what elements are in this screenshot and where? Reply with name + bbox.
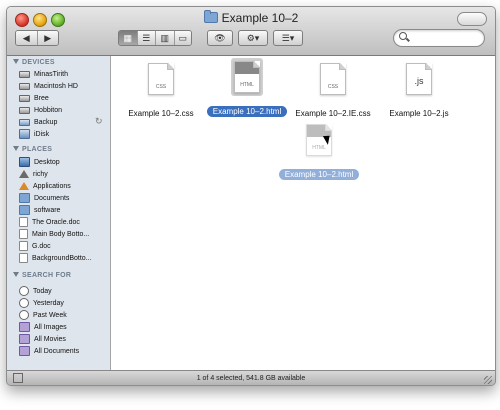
search-icon bbox=[399, 32, 407, 40]
sidebar-item-bree[interactable]: Bree bbox=[19, 92, 107, 104]
disclosure-triangle-icon bbox=[13, 59, 19, 64]
file-name: Example 10–2.css bbox=[128, 109, 194, 118]
home-icon bbox=[19, 170, 29, 178]
folder-icon bbox=[19, 205, 30, 215]
sidebar-header-search-for[interactable]: SEARCH FOR bbox=[13, 272, 71, 279]
title-bar[interactable]: Example 10–2 ◀ ▶ ▦ ☰ ▥ ▭ 👁 ⚙▾ ☰▾ bbox=[7, 7, 495, 56]
clock-icon bbox=[19, 298, 29, 308]
sidebar-item-desktop[interactable]: Desktop bbox=[19, 156, 107, 168]
sidebar-item-macintosh-hd[interactable]: Macintosh HD bbox=[19, 80, 107, 92]
sidebar-item-all-documents[interactable]: All Documents bbox=[19, 345, 107, 357]
idisk-icon bbox=[19, 129, 30, 139]
disk-icon bbox=[19, 106, 30, 114]
disk-icon bbox=[19, 82, 30, 90]
sidebar-header-places[interactable]: PLACES bbox=[13, 146, 52, 153]
document-icon bbox=[19, 253, 28, 263]
smart-folder-icon bbox=[19, 322, 30, 332]
forward-button[interactable]: ▶ bbox=[37, 31, 58, 45]
back-forward-control: ◀ ▶ bbox=[15, 30, 59, 46]
toolbar-toggle-button[interactable] bbox=[457, 12, 487, 26]
quick-look-button[interactable]: 👁 bbox=[207, 30, 233, 46]
applications-icon bbox=[19, 182, 29, 190]
status-bar: 1 of 4 selected, 541.8 GB available bbox=[7, 370, 495, 385]
list-view-button[interactable]: ☰ bbox=[137, 31, 156, 45]
disk-icon bbox=[19, 70, 30, 78]
js-file-icon: .js bbox=[406, 63, 432, 95]
clock-icon bbox=[19, 286, 29, 296]
sidebar: DEVICES MinasTirith Macintosh HD Bree Ho… bbox=[7, 56, 111, 370]
sidebar-header-devices[interactable]: DEVICES bbox=[13, 59, 55, 66]
list-view-icon: ☰ bbox=[142, 32, 151, 43]
arrange-menu-button[interactable]: ☰▾ bbox=[273, 30, 303, 46]
window-resize-handle[interactable] bbox=[484, 376, 492, 384]
file-name: Example 10–2.js bbox=[389, 109, 449, 118]
gear-icon: ⚙▾ bbox=[246, 32, 260, 43]
coverflow-view-icon: ▭ bbox=[178, 32, 188, 43]
disk-icon bbox=[19, 94, 30, 102]
sync-icon[interactable]: ↻ bbox=[95, 116, 103, 127]
disclosure-triangle-icon bbox=[13, 146, 19, 151]
smart-folder-icon bbox=[19, 346, 30, 356]
folder-icon bbox=[203, 10, 218, 23]
sidebar-item-hobbiton[interactable]: Hobbiton bbox=[19, 104, 107, 116]
sidebar-item-yesterday[interactable]: Yesterday bbox=[19, 297, 107, 309]
sidebar-item-all-images[interactable]: All Images bbox=[19, 321, 107, 333]
eye-icon: 👁 bbox=[214, 32, 226, 43]
document-icon bbox=[19, 241, 28, 251]
finder-window: Example 10–2 ◀ ▶ ▦ ☰ ▥ ▭ 👁 ⚙▾ ☰▾ DEVICES… bbox=[6, 6, 496, 386]
sidebar-item-today[interactable]: Today bbox=[19, 285, 107, 297]
sidebar-item-backgroundbotto[interactable]: BackgroundBotto... bbox=[19, 252, 107, 264]
css-file-icon: CSS bbox=[148, 63, 174, 95]
search-field[interactable] bbox=[393, 29, 485, 47]
coverflow-view-button[interactable]: ▭ bbox=[174, 31, 191, 45]
html-file-icon: HTML bbox=[234, 61, 260, 93]
file-item-css[interactable]: CSS Example 10–2.css bbox=[116, 60, 206, 121]
icon-view-button[interactable]: ▦ bbox=[119, 31, 138, 45]
disclosure-triangle-icon bbox=[13, 272, 19, 277]
sidebar-item-the-oracle-doc[interactable]: The Oracle.doc bbox=[19, 216, 107, 228]
folder-icon bbox=[19, 193, 30, 203]
desktop-icon bbox=[19, 157, 30, 167]
window-title-area: Example 10–2 bbox=[7, 10, 495, 25]
file-name: Example 10–2.html bbox=[206, 106, 288, 117]
sidebar-item-past-week[interactable]: Past Week bbox=[19, 309, 107, 321]
clock-icon bbox=[19, 310, 29, 320]
sidebar-item-g-doc[interactable]: G.doc bbox=[19, 240, 107, 252]
drag-ghost-name: Example 10–2.html bbox=[278, 169, 360, 180]
file-browser-area[interactable]: CSS Example 10–2.css HTML Example 10–2.h… bbox=[111, 56, 495, 370]
arrange-icon: ☰▾ bbox=[281, 32, 295, 43]
window-title: Example 10–2 bbox=[221, 11, 299, 25]
column-view-button[interactable]: ▥ bbox=[156, 31, 175, 45]
sidebar-item-documents[interactable]: Documents bbox=[19, 192, 107, 204]
sidebar-item-minastirith[interactable]: MinasTirith bbox=[19, 68, 107, 80]
sidebar-item-backup[interactable]: Backup bbox=[19, 116, 107, 128]
file-item-js[interactable]: .js Example 10–2.js bbox=[374, 60, 464, 121]
drag-ghost-item: HTML Example 10–2.html bbox=[274, 121, 364, 182]
forward-arrow-icon: ▶ bbox=[44, 32, 52, 43]
smart-folder-icon bbox=[19, 334, 30, 344]
file-item-html-selected[interactable]: HTML Example 10–2.html bbox=[202, 58, 292, 119]
column-view-icon: ▥ bbox=[160, 32, 169, 43]
sidebar-item-main-body-botto[interactable]: Main Body Botto... bbox=[19, 228, 107, 240]
file-item-ie-css[interactable]: CSS Example 10–2.IE.css bbox=[288, 60, 378, 121]
status-text: 1 of 4 selected, 541.8 GB available bbox=[196, 375, 306, 382]
sidebar-item-applications[interactable]: Applications bbox=[19, 180, 107, 192]
back-arrow-icon: ◀ bbox=[22, 32, 30, 43]
css-file-icon: CSS bbox=[320, 63, 346, 95]
sidebar-item-all-movies[interactable]: All Movies bbox=[19, 333, 107, 345]
sidebar-item-software[interactable]: software bbox=[19, 204, 107, 216]
action-menu-button[interactable]: ⚙▾ bbox=[238, 30, 268, 46]
document-icon bbox=[19, 229, 28, 239]
sidebar-item-idisk[interactable]: iDisk bbox=[19, 128, 107, 140]
sidebar-item-richy[interactable]: richy bbox=[19, 168, 107, 180]
view-mode-control: ▦ ☰ ▥ ▭ bbox=[118, 30, 192, 46]
icon-view-icon: ▦ bbox=[123, 32, 132, 43]
back-button[interactable]: ◀ bbox=[16, 31, 38, 45]
backup-disk-icon bbox=[19, 118, 30, 126]
file-name: Example 10–2.IE.css bbox=[295, 109, 371, 118]
document-icon bbox=[19, 217, 28, 227]
sidebar-resize-icon[interactable] bbox=[13, 373, 23, 383]
